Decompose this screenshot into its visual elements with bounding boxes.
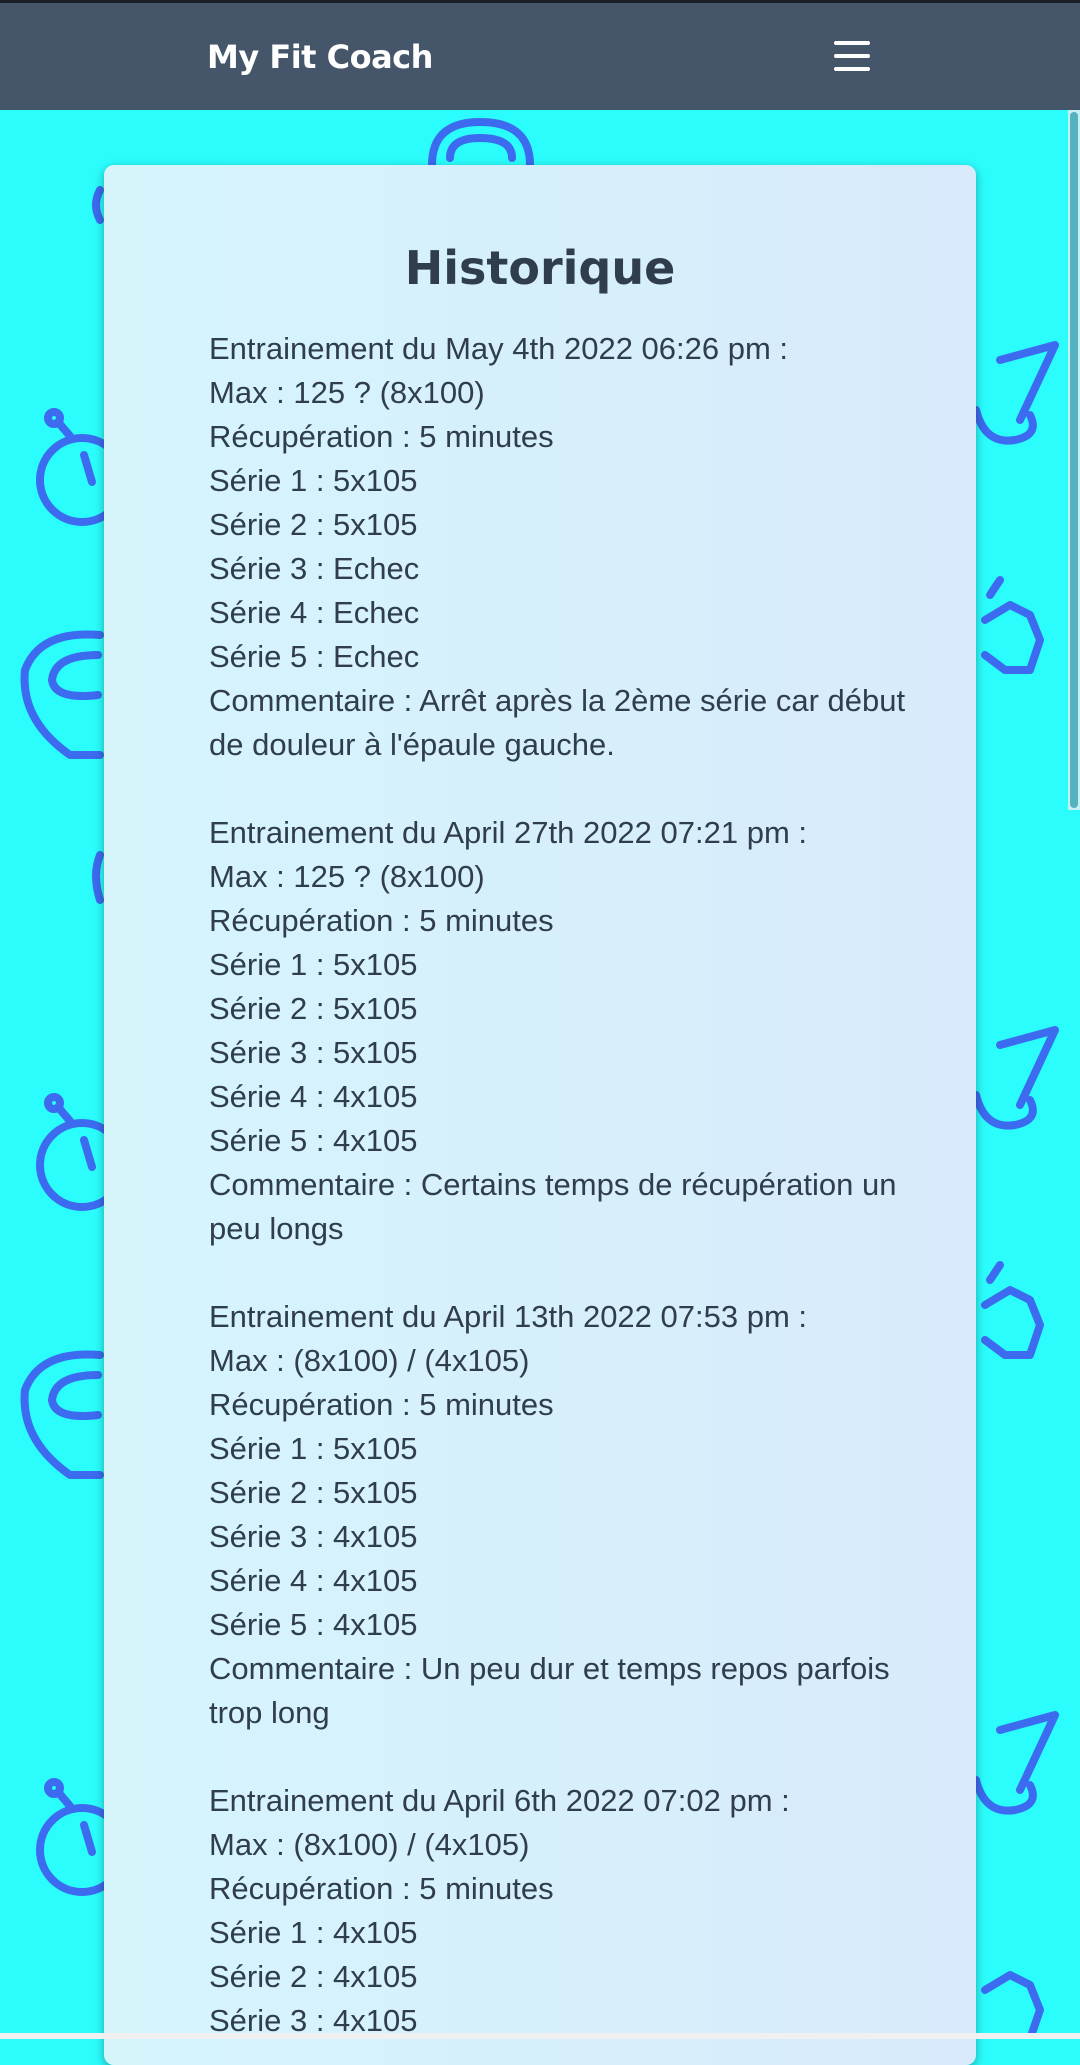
entry-series: Série 5 : 4x105 — [209, 1123, 418, 1158]
entry-series: Série 2 : 4x105 — [209, 1959, 418, 1994]
entry-series: Série 2 : 5x105 — [209, 1475, 418, 1510]
history-entry: Entrainement du April 13th 2022 07:53 pm… — [209, 1295, 909, 1735]
dumbbell-icon — [981, 576, 1044, 674]
entry-header: Entrainement du April 6th 2022 07:02 pm … — [209, 1783, 790, 1818]
entry-max: Max : (8x100) / (4x105) — [209, 1827, 530, 1862]
entry-series: Série 4 : 4x105 — [209, 1079, 418, 1114]
entry-series: Série 4 : 4x105 — [209, 1563, 418, 1598]
entry-recovery: Récupération : 5 minutes — [209, 1387, 554, 1422]
entry-series: Série 1 : 4x105 — [209, 1915, 418, 1950]
history-entry: Entrainement du April 27th 2022 07:21 pm… — [209, 811, 909, 1251]
brand-logo[interactable]: My Fit Coach — [207, 33, 433, 81]
entry-recovery: Récupération : 5 minutes — [209, 903, 554, 938]
scrollbar-thumb[interactable] — [1070, 112, 1078, 808]
entry-header: Entrainement du April 13th 2022 07:53 pm… — [209, 1299, 808, 1334]
entry-series: Série 2 : 5x105 — [209, 507, 418, 542]
entry-series: Série 5 : Echec — [209, 639, 420, 674]
entry-header: Entrainement du April 27th 2022 07:21 pm… — [209, 815, 808, 850]
entry-comment: Commentaire : Un peu dur et temps repos … — [209, 1651, 890, 1730]
hamburger-menu-icon[interactable] — [826, 33, 878, 81]
entry-series: Série 1 : 5x105 — [209, 463, 418, 498]
entry-series: Série 3 : Echec — [209, 551, 420, 586]
entry-max: Max : (8x100) / (4x105) — [209, 1343, 530, 1378]
history-entry: Entrainement du May 4th 2022 06:26 pm : M… — [209, 327, 909, 767]
entry-max: Max : 125 ? (8x100) — [209, 375, 485, 410]
entry-series: Série 5 : 4x105 — [209, 1607, 418, 1642]
history-list: Entrainement du May 4th 2022 06:26 pm : M… — [209, 327, 909, 2065]
dumbbell-icon — [981, 1971, 1044, 2039]
bench-icon — [972, 341, 1059, 445]
entry-series: Série 3 : 4x105 — [209, 1519, 418, 1554]
entry-comment: Commentaire : Arrêt après la 2ème série … — [209, 683, 906, 762]
entry-comment: Commentaire : Certains temps de récupéra… — [209, 1167, 897, 1246]
entry-series: Série 4 : Echec — [209, 595, 420, 630]
navbar: My Fit Coach — [0, 3, 1080, 110]
entry-header: Entrainement du May 4th 2022 06:26 pm : — [209, 331, 789, 366]
kettlebell-icon — [20, 1350, 104, 1479]
entry-series: Série 2 : 5x105 — [209, 991, 418, 1026]
history-entry: Entrainement du April 6th 2022 07:02 pm … — [209, 1779, 909, 2043]
bottom-edge — [0, 2033, 1080, 2039]
entry-recovery: Récupération : 5 minutes — [209, 419, 554, 454]
entry-series: Série 3 : 5x105 — [209, 1035, 418, 1070]
dumbbell-icon — [981, 1261, 1044, 1359]
entry-series: Série 1 : 5x105 — [209, 947, 418, 982]
kettlebell-icon — [20, 630, 104, 759]
history-card: Historique Entrainement du May 4th 2022 … — [104, 165, 976, 2065]
entry-series: Série 1 : 5x105 — [209, 1431, 418, 1466]
entry-max: Max : 125 ? (8x100) — [209, 859, 485, 894]
bench-icon — [972, 1026, 1059, 1130]
bench-icon — [972, 1711, 1059, 1815]
kettlebell-icon — [428, 118, 534, 169]
entry-recovery: Récupération : 5 minutes — [209, 1871, 554, 1906]
page-title: Historique — [404, 241, 676, 295]
